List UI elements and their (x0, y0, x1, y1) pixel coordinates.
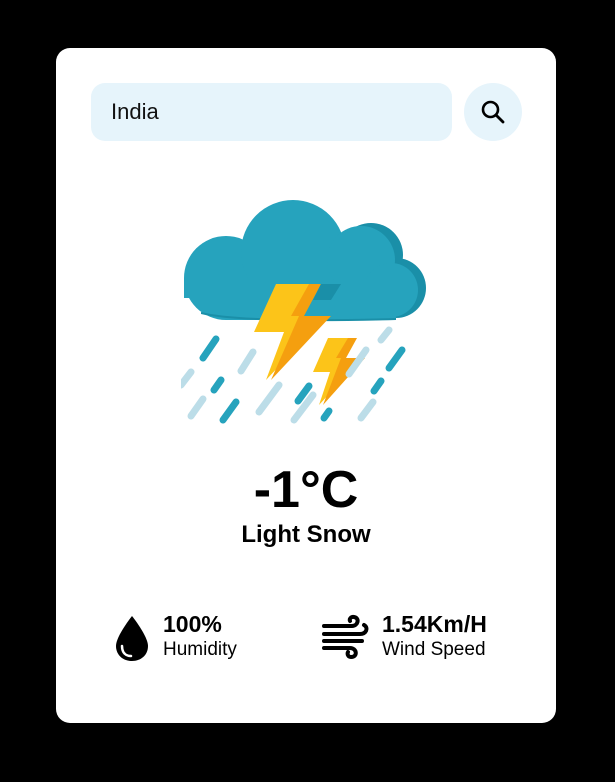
humidity-text: 100% Humidity (163, 610, 237, 662)
search-input[interactable] (91, 83, 452, 141)
search-icon (481, 100, 505, 124)
wind-label: Wind Speed (382, 639, 486, 660)
search-button[interactable] (464, 83, 522, 141)
wind-text: 1.54Km/H Wind Speed (382, 610, 487, 662)
water-drop-icon (116, 616, 148, 661)
humidity-stat: 100% Humidity (114, 610, 294, 666)
wind-stat: 1.54Km/H Wind Speed (322, 610, 542, 666)
weather-condition: Light Snow (241, 521, 371, 548)
search-bar (91, 83, 522, 141)
temperature: -1°C (253, 461, 359, 519)
wind-value: 1.54Km/H (382, 611, 487, 637)
thunderstorm-icon (181, 200, 426, 424)
weather-card: -1°C Light Snow 100% Humidity 1.54Km/H W… (56, 48, 556, 723)
humidity-value: 100% (163, 611, 222, 637)
humidity-label: Humidity (163, 639, 237, 660)
wind-icon (322, 614, 369, 660)
